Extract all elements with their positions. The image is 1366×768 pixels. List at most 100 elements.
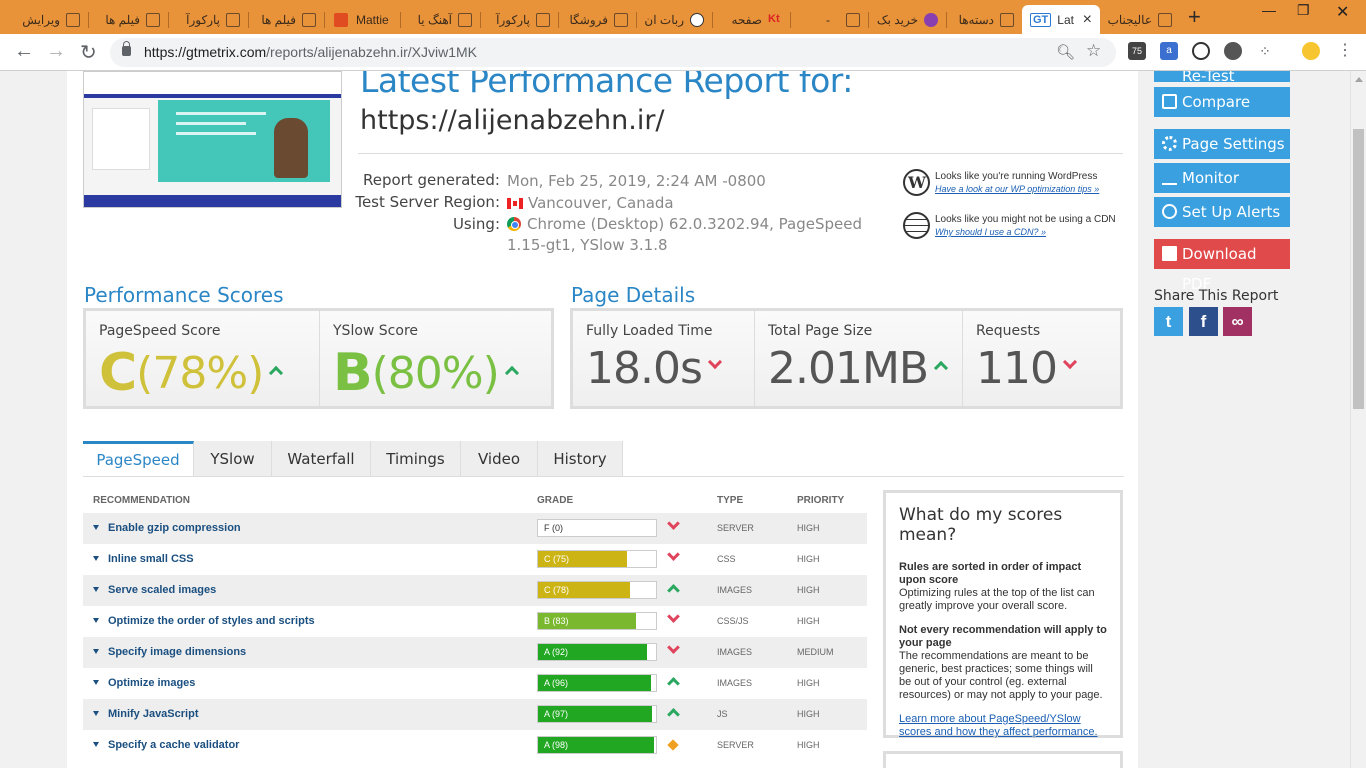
monitor-button[interactable]: Monitor [1154,163,1290,193]
browser-tab[interactable]: Mattie [324,5,400,34]
browser-tab[interactable]: پارکورآ [168,5,248,34]
table-row[interactable]: Specify image dimensions A (92) IMAGES MEDI… [83,637,867,668]
browser-tab[interactable]: - [790,5,868,34]
meta-label: Test Server Region: [355,193,500,211]
extension-power-icon[interactable] [1192,42,1210,60]
expand-triangle-icon[interactable] [93,587,99,592]
tab-timings[interactable]: Timings [371,441,461,477]
report-content: Latest Performance Report for: https://a… [67,71,1138,768]
scroll-up-arrow-icon[interactable] [1355,77,1363,82]
browser-tab[interactable]: آهنگ یا [400,5,480,34]
zoom-magnifier-icon[interactable]: 🔍︎ [1056,43,1075,61]
browser-tab[interactable]: ربات ان [636,5,712,34]
page-viewport: Latest Performance Report for: https://a… [0,71,1366,768]
red-square-icon [334,12,348,27]
expand-triangle-icon[interactable] [93,618,99,623]
address-toolbar: ← → ↻ https://gtmetrix.com/reports/alije… [0,34,1366,71]
requests-card: Requests 110 [962,311,1120,406]
recommendation-name[interactable]: Specify a cache validator [108,739,239,751]
facebook-icon[interactable]: f [1189,307,1218,336]
expand-triangle-icon[interactable] [93,742,99,747]
scrollbar[interactable] [1350,71,1366,768]
grade-bar: A (96) [537,674,657,692]
expand-triangle-icon[interactable] [93,556,99,561]
avatar[interactable] [1302,42,1320,60]
browser-tab[interactable]: دسته‌ها [946,5,1022,34]
close-window-icon[interactable]: ✕ [1336,2,1349,22]
column-header: GRADE [537,495,574,506]
set-up-alerts-button[interactable]: Set Up Alerts [1154,197,1290,227]
browser-tab[interactable]: خرید بک [868,5,946,34]
tab-video[interactable]: Video [461,441,538,477]
rule-priority: MEDIUM [797,647,834,657]
doc-icon [146,12,160,27]
wordpress-icon [903,169,930,196]
trend-down-icon [667,610,680,623]
browser-tab[interactable]: فروشگا [558,5,636,34]
rule-type: SERVER [717,523,754,533]
chrome-icon [507,217,521,231]
back-arrow-icon[interactable]: ← [14,40,34,63]
close-icon[interactable]: × [1083,11,1092,29]
grade-text: C (75) [544,554,570,564]
reload-icon[interactable]: ↻ [80,40,97,65]
table-row[interactable]: Enable gzip compression F (0) SERVER HIGH [83,513,867,544]
table-row[interactable]: Inline small CSS C (75) CSS HIGH [83,544,867,575]
table-row[interactable]: Optimize the order of styles and scripts… [83,606,867,637]
browser-tab[interactable]: فیلم ها [88,5,168,34]
expand-triangle-icon[interactable] [93,680,99,685]
new-tab-plus-icon[interactable]: + [1188,4,1201,30]
table-row[interactable]: Specify a cache validator A (98) SERVER HIG… [83,730,867,761]
page-settings-button[interactable]: Page Settings [1154,129,1290,159]
recommendation-name[interactable]: Enable gzip compression [108,522,241,534]
recommendation-name[interactable]: Optimize images [108,677,195,689]
recommendation-name[interactable]: Inline small CSS [108,553,194,565]
recommendation-name[interactable]: Specify image dimensions [108,646,246,658]
rule-type: CSS/JS [717,616,749,626]
twitter-icon[interactable]: t [1154,307,1183,336]
share-link-icon[interactable]: ∞ [1223,307,1252,336]
extension-badge-icon[interactable]: 75 [1128,42,1146,60]
expand-triangle-icon[interactable] [93,525,99,530]
bookmark-star-icon[interactable]: ☆ [1086,41,1101,61]
browser-tab[interactable]: صفحه Kt [712,5,790,34]
wp-tips-link[interactable]: Have a look at our WP optimization tips … [935,184,1099,194]
browser-tab[interactable]: پارکورآ [480,5,558,34]
browser-tab[interactable]: ویرایش [8,5,88,34]
doc-icon [614,12,628,27]
browser-tab-active[interactable]: GT Lat × [1022,5,1100,34]
minimize-icon[interactable]: — [1262,2,1276,18]
tab-yslow[interactable]: YSlow [194,441,272,477]
scrollbar-thumb[interactable] [1353,129,1364,409]
extension-rocket-icon[interactable] [1224,42,1242,60]
scores-help-title: What do my scores mean? [899,505,1063,545]
rule-priority: HIGH [797,616,820,626]
grade-bar: A (97) [537,705,657,723]
recommendation-name[interactable]: Minify JavaScript [108,708,198,720]
url-bar[interactable]: https://gtmetrix.com/reports/alijenabzeh… [110,38,1116,67]
download-pdf-button[interactable]: Download PDF [1154,239,1290,293]
learn-more-link[interactable]: Learn more about PageSpeed/YSlow scores … [899,713,1107,739]
table-row[interactable]: Serve scaled images C (78) IMAGES HIGH [83,575,867,606]
extension-dots-icon[interactable]: ⁘ [1256,42,1274,60]
restore-icon[interactable]: ❐ [1297,2,1310,19]
grade-text: A (92) [544,647,569,657]
retest-button[interactable]: Re-Test [1154,71,1290,82]
extension-a-icon[interactable]: a [1160,42,1178,60]
tab-waterfall[interactable]: Waterfall [272,441,371,477]
rule-type: IMAGES [717,647,753,657]
table-row[interactable]: Optimize images A (96) IMAGES HIGH [83,668,867,699]
expand-triangle-icon[interactable] [93,649,99,654]
recommendation-name[interactable]: Serve scaled images [108,584,216,596]
tab-history[interactable]: History [538,441,623,477]
browser-tab[interactable]: فیلم ها [248,5,324,34]
compare-button[interactable]: Compare [1154,87,1290,117]
forward-arrow-icon[interactable]: → [46,40,66,63]
cdn-link[interactable]: Why should I use a CDN? » [935,227,1046,237]
browser-tab[interactable]: عالیجناب [1102,5,1180,34]
expand-triangle-icon[interactable] [93,711,99,716]
recommendation-name[interactable]: Optimize the order of styles and scripts [108,615,315,627]
tab-pagespeed[interactable]: PageSpeed [83,441,194,477]
menu-dots-icon[interactable]: ⋮ [1336,42,1354,60]
table-row[interactable]: Minify JavaScript A (97) JS HIGH [83,699,867,730]
